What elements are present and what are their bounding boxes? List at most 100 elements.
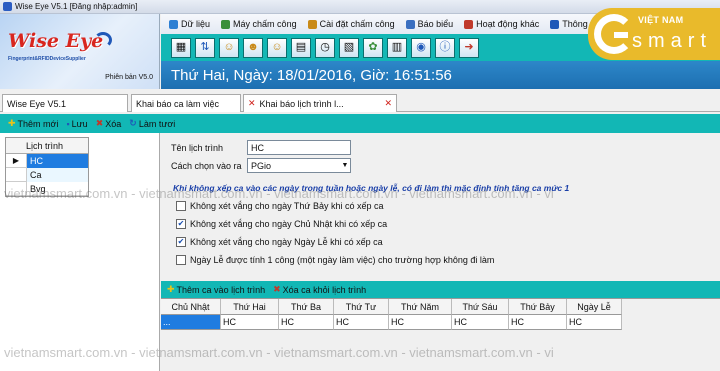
refresh-button[interactable]: ↻ Làm tươi <box>129 118 175 129</box>
datetime-banner: Thứ Hai, Ngày: 18/01/2016, Giờ: 16:51:56 <box>161 61 720 89</box>
device-icon <box>221 19 231 29</box>
menu-label: Báo biểu <box>417 19 454 29</box>
list-item-label: Ca <box>26 167 88 182</box>
calendar-icon[interactable]: ▤ <box>291 37 311 58</box>
close-icon[interactable]: ✕ <box>248 98 256 109</box>
menu-item-attendance-settings[interactable]: Cài đặt chấm công <box>307 19 395 29</box>
checkbox-sunday[interactable]: ✔ Không xét vắng cho ngày Chủ Nhật khi có… <box>176 219 387 229</box>
schedule-list: Lịch trình ▶ HC Ca Bvg <box>5 137 89 197</box>
tab-shift-declaration[interactable]: Khai báo ca làm việc <box>131 94 241 112</box>
remove-shift-label: Xóa ca khỏi lịch trình <box>282 284 367 295</box>
inout-method-select[interactable]: PGio ▼ <box>247 158 351 173</box>
schedule-name-input[interactable]: HC <box>247 140 351 155</box>
tab-label: Khai báo ca làm việc <box>136 98 220 109</box>
document-calendar-icon[interactable]: ▧ <box>339 37 359 58</box>
checkbox-box-checked[interactable]: ✔ <box>176 237 186 247</box>
inout-method-label: Cách chọn vào ra <box>171 161 242 171</box>
column-header: Thứ Hai <box>221 299 279 315</box>
flower-icon <box>464 19 474 29</box>
tab-home[interactable]: Wise Eye V5.1 <box>2 94 128 112</box>
schedule-list-panel: Lịch trình ▶ HC Ca Bvg <box>0 133 160 371</box>
logo-panel: Wise Eye Fingerprint&RFIDDeviceSupplier … <box>0 14 160 89</box>
checkbox-saturday[interactable]: Không xét vắng cho ngày Thứ Bảy khi có x… <box>176 201 383 211</box>
plus-icon: ✚ <box>8 118 16 128</box>
menu-item-data[interactable]: Dữ liệu <box>169 19 210 29</box>
checkbox-holiday[interactable]: ✔ Không xét vắng cho ngày Ngày Lễ khi có … <box>176 237 383 247</box>
people-icon[interactable]: ☺ <box>219 37 239 58</box>
save-label: Lưu <box>71 118 88 129</box>
info-icon[interactable]: ⓘ <box>435 37 455 58</box>
delete-icon: ✖ <box>95 118 104 128</box>
add-label: Thêm mới <box>17 118 59 129</box>
delete-button[interactable]: ✖ Xóa <box>96 118 122 129</box>
list-item[interactable]: ▶ HC <box>6 153 88 168</box>
refresh-icon: ↻ <box>129 118 137 128</box>
tab-label: Khai báo lịch trình l... <box>259 98 344 109</box>
tab-schedule-declaration[interactable]: ✕ Khai báo lịch trình l... ✕ <box>243 94 397 112</box>
column-header: Thứ Ba <box>279 299 334 315</box>
brand-logo: VIỆT NAM smart <box>588 8 720 60</box>
grid-cell[interactable]: HC <box>389 315 452 330</box>
remove-shift-button[interactable]: ✖ Xóa ca khỏi lịch trình <box>273 284 366 295</box>
report-icon <box>405 19 415 29</box>
grid-cell[interactable]: HC <box>334 315 389 330</box>
checkbox-box[interactable] <box>176 255 186 265</box>
grid-header: Chủ Nhật Thứ Hai Thứ Ba Thứ Tư Thứ Năm T… <box>161 299 720 315</box>
overtime-note: Khi không xếp ca vào các ngày trong tuần… <box>173 183 570 193</box>
menu-label: Máy chấm công <box>233 19 297 29</box>
brand-g-bar <box>614 32 628 38</box>
settings-icon[interactable]: ✿ <box>363 37 383 58</box>
weekday-shift-grid: Chủ Nhật Thứ Hai Thứ Ba Thứ Tư Thứ Năm T… <box>161 298 720 330</box>
logo-swoosh-icon <box>94 32 112 48</box>
logo-tagline: Fingerprint&RFIDDeviceSupplier <box>8 56 86 62</box>
app-icon <box>3 2 12 11</box>
column-header: Thứ Tư <box>334 299 389 315</box>
delete-label: Xóa <box>105 118 122 129</box>
logo-wordmark: Wise Eye <box>8 30 104 52</box>
checkbox-box[interactable] <box>176 201 186 211</box>
grid-cell[interactable]: HC <box>567 315 622 330</box>
save-button[interactable]: ▪ Lưu <box>66 119 87 129</box>
grid-cell[interactable]: HC <box>221 315 279 330</box>
menu-item-reports[interactable]: Báo biểu <box>405 19 454 29</box>
settings-icon <box>307 19 317 29</box>
menu-item-devices[interactable]: Máy chấm công <box>221 19 297 29</box>
plus-icon: ✚ <box>167 284 175 294</box>
exit-icon[interactable]: ➜ <box>459 37 479 58</box>
info-icon <box>550 19 560 29</box>
column-header: Thứ Năm <box>389 299 452 315</box>
brand-word: smart <box>632 30 712 52</box>
list-item-label: Bvg <box>26 181 88 196</box>
checkbox-holiday-credit[interactable]: Ngày Lễ được tính 1 công (một ngày làm v… <box>176 255 494 265</box>
document-tabbar: Wise Eye V5.1 Khai báo ca làm việc ✕ Khai… <box>0 92 720 112</box>
table-row: ... HC HC HC HC HC HC HC <box>161 315 720 330</box>
report-icon[interactable]: ▥ <box>387 37 407 58</box>
close-icon[interactable]: ✕ <box>384 98 392 109</box>
row-pointer-icon: ▶ <box>12 156 20 165</box>
group-icon[interactable]: ☻ <box>243 37 263 58</box>
menu-item-other[interactable]: Hoạt động khác <box>464 19 539 29</box>
grid-cell[interactable]: ... <box>161 315 221 330</box>
grid-cell[interactable]: HC <box>452 315 509 330</box>
list-item[interactable]: Bvg <box>6 181 88 196</box>
add-shift-button[interactable]: ✚ Thêm ca vào lịch trình <box>167 284 265 295</box>
schedule-shift-toolbar: ✚ Thêm ca vào lịch trình ✖ Xóa ca khỏi lịc… <box>161 281 720 298</box>
film-icon[interactable]: ▦ <box>171 37 191 58</box>
grid-cell[interactable]: HC <box>509 315 567 330</box>
grid-cell[interactable]: HC <box>279 315 334 330</box>
users-icon[interactable]: ☺ <box>267 37 287 58</box>
checkbox-label: Không xét vắng cho ngày Ngày Lễ khi có x… <box>190 237 383 247</box>
chevron-down-icon: ▼ <box>341 162 349 169</box>
action-toolbar: ✚ Thêm mới ▪ Lưu ✖ Xóa ↻ Làm tươi <box>0 114 720 133</box>
clock-icon[interactable]: ◷ <box>315 37 335 58</box>
checkbox-box-checked[interactable]: ✔ <box>176 219 186 229</box>
user-search-icon[interactable]: ◉ <box>411 37 431 58</box>
transfer-arrows-icon[interactable]: ⇅ <box>195 37 215 58</box>
menu-label: Cài đặt chấm công <box>319 19 395 29</box>
column-header: Ngày Lễ <box>567 299 622 315</box>
delete-icon: ✖ <box>273 284 281 294</box>
list-item[interactable]: Ca <box>6 167 88 182</box>
list-item-label: HC <box>26 153 88 168</box>
checkbox-label: Ngày Lễ được tính 1 công (một ngày làm v… <box>190 255 495 265</box>
add-button[interactable]: ✚ Thêm mới <box>8 118 58 129</box>
